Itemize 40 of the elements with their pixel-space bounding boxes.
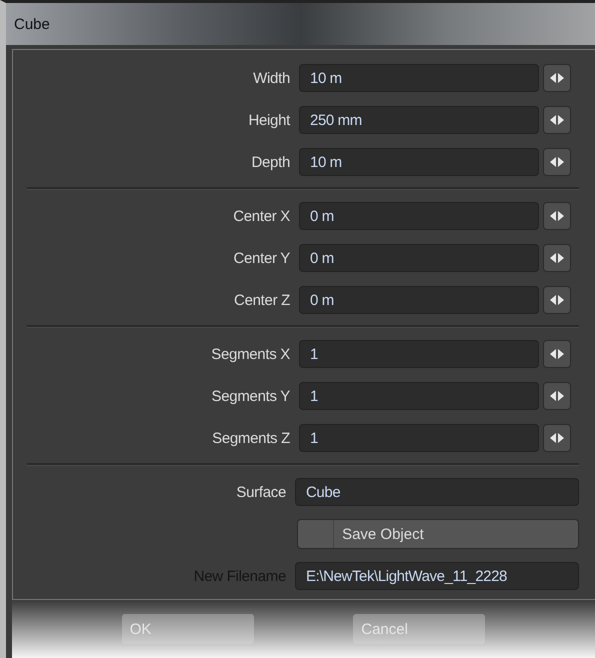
left-right-arrows-icon xyxy=(550,115,564,125)
left-right-arrows-icon xyxy=(550,349,564,359)
field-label: Segments Z xyxy=(211,430,291,446)
input-field[interactable]: 0 m xyxy=(299,286,539,314)
input-field[interactable]: 10 m xyxy=(299,148,539,176)
field-label: Width xyxy=(252,70,291,86)
field-label: Center Z xyxy=(233,292,291,308)
input-field[interactable]: 250 mm xyxy=(299,106,539,134)
input-field[interactable]: 1 xyxy=(299,382,539,410)
field-label: Segments X xyxy=(210,346,291,362)
spinner-button[interactable] xyxy=(543,148,571,176)
input-field[interactable]: Cube xyxy=(295,478,579,506)
field-label: Segments Y xyxy=(210,388,291,404)
input-field[interactable]: 1 xyxy=(299,424,539,452)
input-field[interactable]: 0 m xyxy=(299,244,539,272)
input-field[interactable]: 0 m xyxy=(299,202,539,230)
left-right-arrows-icon xyxy=(550,253,564,263)
window-title: Cube xyxy=(14,16,50,32)
spinner-button[interactable] xyxy=(543,64,571,92)
spinner-button[interactable] xyxy=(543,424,571,452)
left-right-arrows-icon xyxy=(550,295,564,305)
left-right-arrows-icon xyxy=(550,211,564,221)
left-right-arrows-icon xyxy=(550,73,564,83)
spinner-button[interactable] xyxy=(543,382,571,410)
save-object-button[interactable]: Save Object xyxy=(297,519,579,549)
field-label: Surface xyxy=(235,484,287,500)
spinner-button[interactable] xyxy=(543,106,571,134)
spinner-button[interactable] xyxy=(543,340,571,368)
input-field[interactable]: 10 m xyxy=(299,64,539,92)
field-label: Height xyxy=(247,112,292,128)
input-field[interactable]: 1 xyxy=(299,340,539,368)
field-label: Center X xyxy=(232,208,291,224)
left-right-arrows-icon xyxy=(550,157,564,167)
field-label: Center Y xyxy=(232,250,291,266)
left-right-arrows-icon xyxy=(550,391,564,401)
field-label: Depth xyxy=(250,154,291,170)
spinner-button[interactable] xyxy=(543,202,571,230)
spinner-button[interactable] xyxy=(543,244,571,272)
left-right-arrows-icon xyxy=(550,433,564,443)
spinner-button[interactable] xyxy=(543,286,571,314)
